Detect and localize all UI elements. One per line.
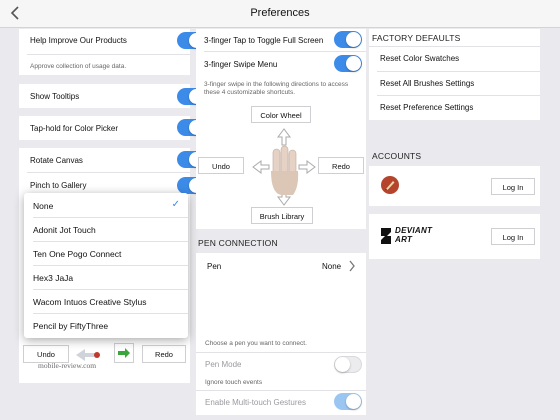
accounts-heading: ACCOUNTS	[372, 151, 422, 161]
reset-prefs-button[interactable]: Reset Preference Settings	[380, 103, 473, 112]
account-row-autodesk: Log In	[369, 166, 540, 206]
watermark-text: mobile-review.com	[38, 361, 97, 370]
login-button[interactable]: Log In	[491, 178, 535, 195]
brush-library-shortcut[interactable]: Brush Library	[251, 207, 313, 224]
taphold-card: Tap-hold for Color Picker	[19, 116, 205, 140]
page-title: Preferences	[250, 7, 310, 19]
pen-mode-label: Pen Mode	[205, 360, 242, 369]
undo-shortcut[interactable]: Undo	[198, 157, 244, 174]
tooltips-label: Show Tooltips	[30, 92, 80, 101]
redo-shortcut[interactable]: Redo	[318, 157, 364, 174]
help-improve-sub: Approve collection of usage data.	[30, 63, 127, 70]
multitouch-label: Enable Multi-touch Gestures	[205, 398, 306, 407]
color-wheel-shortcut[interactable]: Color Wheel	[251, 106, 311, 123]
rotate-canvas-label: Rotate Canvas	[30, 156, 83, 165]
divider	[27, 172, 190, 173]
divider	[196, 352, 366, 353]
three-finger-swipe-label: 3-finger Swipe Menu	[204, 60, 278, 69]
dropdown-option[interactable]: Wacom Intuos Creative Stylus	[24, 289, 188, 313]
three-finger-swipe-toggle[interactable]	[334, 55, 362, 72]
redo-gesture-button[interactable]	[114, 343, 134, 363]
three-finger-tap-label: 3-finger Tap to Toggle Full Screen	[204, 36, 324, 45]
multitouch-toggle[interactable]	[334, 393, 362, 410]
dropdown-option[interactable]: Adonit Jot Touch	[24, 217, 188, 241]
deviantart-logo-text: DEVIANT ART	[395, 226, 433, 244]
three-finger-tap-toggle[interactable]	[334, 31, 362, 48]
ignore-touch-sub: Ignore touch events	[205, 379, 263, 386]
gestures-card: 3-finger Tap to Toggle Full Screen 3-fin…	[196, 29, 366, 229]
chevron-right-icon[interactable]	[348, 259, 356, 277]
deviantart-logo-icon	[379, 226, 393, 246]
redo-button[interactable]: Redo	[142, 345, 186, 363]
reset-brushes-button[interactable]: Reset All Brushes Settings	[380, 79, 474, 88]
taphold-label: Tap-hold for Color Picker	[30, 124, 119, 133]
divider	[377, 71, 540, 72]
pen-value[interactable]: None	[322, 262, 341, 271]
dropdown-option[interactable]: Hex3 JaJa	[24, 265, 188, 289]
reset-swatches-button[interactable]: Reset Color Swatches	[380, 54, 459, 63]
pen-label: Pen	[207, 262, 222, 271]
help-improve-card: Help Improve Our Products Approve collec…	[19, 29, 205, 75]
pinch-gallery-label: Pinch to Gallery	[30, 181, 87, 190]
dropdown-option[interactable]: Pencil by FiftyThree	[24, 313, 188, 337]
pen-connection-card: Pen None Choose a pen you want to connec…	[196, 253, 366, 415]
autodesk-logo-icon	[381, 176, 399, 194]
divider	[204, 51, 366, 52]
arrow-right-icon	[118, 348, 130, 358]
pen-connection-heading: PEN CONNECTION	[198, 238, 278, 248]
divider	[27, 54, 190, 55]
dropdown-option[interactable]: Ten One Pogo Connect	[24, 241, 188, 265]
dropdown-option[interactable]: None ✓	[24, 193, 188, 217]
pen-hint: Choose a pen you want to connect.	[205, 340, 307, 347]
three-finger-swipe-desc: 3-finger swipe in the following directio…	[204, 81, 349, 96]
navigation-bar: Preferences	[0, 0, 560, 28]
divider	[369, 46, 540, 47]
pen-mode-toggle[interactable]	[334, 356, 362, 373]
stylus-dropdown: None ✓ Adonit Jot Touch Ten One Pogo Con…	[24, 193, 188, 338]
hand-gesture-illustration	[251, 127, 317, 207]
account-row-deviantart: DEVIANT ART Log In	[369, 214, 540, 259]
factory-defaults-card: FACTORY DEFAULTS Reset Color Swatches Re…	[369, 29, 540, 120]
login-button[interactable]: Log In	[491, 228, 535, 245]
divider	[196, 390, 366, 391]
checkmark-icon: ✓	[171, 199, 180, 210]
tooltips-card: Show Tooltips	[19, 84, 205, 108]
factory-defaults-heading: FACTORY DEFAULTS	[372, 33, 461, 43]
divider	[377, 95, 540, 96]
help-improve-label: Help Improve Our Products	[30, 36, 127, 45]
